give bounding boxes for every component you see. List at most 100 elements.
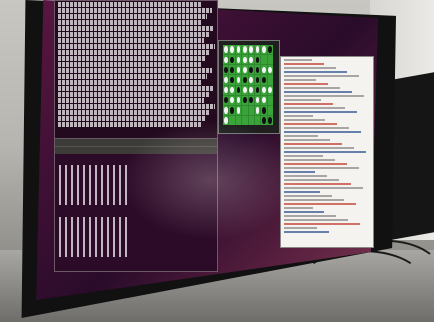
board-cell[interactable]: [223, 105, 229, 115]
board-cell[interactable]: [229, 85, 235, 95]
board-cell[interactable]: [248, 65, 254, 75]
board-cell[interactable]: [254, 55, 261, 65]
board-cell[interactable]: [261, 65, 267, 75]
white-disc: [262, 97, 266, 104]
terminal-window-bottom[interactable]: [54, 138, 218, 272]
board-cell[interactable]: [267, 75, 273, 85]
board-cell[interactable]: [248, 85, 254, 95]
board-cell[interactable]: [242, 65, 248, 75]
board-cell[interactable]: [235, 105, 242, 115]
text-editor-window[interactable]: [280, 56, 374, 248]
editor-text-line: [284, 227, 318, 229]
board-cell[interactable]: [267, 105, 273, 115]
white-disc: [236, 107, 241, 114]
board-cell[interactable]: [248, 45, 254, 55]
editor-text-line: [284, 203, 356, 205]
board-cell[interactable]: [223, 85, 229, 95]
board-cell[interactable]: [261, 75, 267, 85]
terminal-output-line: [58, 50, 211, 55]
board-cell[interactable]: [261, 95, 267, 105]
editor-text-line: [284, 195, 332, 197]
board-cell[interactable]: [229, 45, 235, 55]
board-cell[interactable]: [242, 75, 248, 85]
board-cell[interactable]: [261, 85, 267, 95]
board-cell[interactable]: [267, 45, 273, 55]
board-cell[interactable]: [223, 75, 229, 85]
black-disc: [230, 76, 234, 84]
board-cell[interactable]: [248, 55, 254, 65]
board-cell[interactable]: [254, 95, 261, 105]
board-cell[interactable]: [235, 65, 242, 75]
board-cell[interactable]: [254, 45, 261, 55]
board-cell[interactable]: [254, 115, 261, 125]
board-cell[interactable]: [242, 115, 248, 125]
white-disc: [223, 56, 228, 63]
board-cell[interactable]: [235, 85, 242, 95]
board-cell[interactable]: [242, 55, 248, 65]
white-disc: [255, 107, 260, 114]
board-cell[interactable]: [248, 115, 254, 125]
board-cell[interactable]: [223, 55, 229, 65]
white-disc: [255, 46, 260, 53]
white-disc: [262, 66, 266, 73]
board-cell[interactable]: [235, 55, 242, 65]
board-cell[interactable]: [267, 115, 273, 125]
board-cell[interactable]: [242, 45, 248, 55]
black-disc: [262, 76, 266, 84]
board-cell[interactable]: [235, 115, 242, 125]
black-disc: [230, 66, 234, 73]
terminal-output-line: [58, 56, 206, 61]
white-disc: [249, 86, 254, 94]
board-cell[interactable]: [254, 65, 261, 75]
board-cell[interactable]: [254, 105, 261, 115]
black-disc: [242, 76, 247, 84]
board-cell[interactable]: [248, 75, 254, 85]
board-cell[interactable]: [261, 55, 267, 65]
board-cell[interactable]: [267, 55, 273, 65]
editor-text-line: [284, 83, 329, 85]
board-cell[interactable]: [229, 95, 235, 105]
terminal-output-line: [58, 62, 201, 67]
board-cell[interactable]: [261, 105, 267, 115]
editor-text-line: [284, 119, 326, 121]
board-cell[interactable]: [223, 45, 229, 55]
board-cell[interactable]: [267, 65, 273, 75]
editor-text-line: [284, 183, 352, 185]
board-cell[interactable]: [254, 75, 261, 85]
board-cell[interactable]: [223, 115, 229, 125]
terminal-output-line: [58, 74, 208, 79]
board-cell[interactable]: [242, 105, 248, 115]
editor-text-line: [284, 147, 354, 149]
board-text-grid: [59, 165, 129, 205]
board-cell[interactable]: [235, 95, 242, 105]
editor-text-line: [284, 107, 345, 109]
editor-text-line: [284, 191, 320, 193]
board-cell[interactable]: [235, 45, 242, 55]
black-disc: [268, 117, 273, 124]
board-cell[interactable]: [229, 115, 235, 125]
othello-window[interactable]: [218, 40, 280, 134]
terminal-output-line: [58, 26, 214, 31]
board-cell[interactable]: [248, 95, 254, 105]
board-cell[interactable]: [267, 85, 273, 95]
board-cell[interactable]: [261, 45, 267, 55]
white-disc: [230, 86, 234, 94]
terminal-output-line: [58, 68, 212, 73]
board-cell[interactable]: [229, 55, 235, 65]
terminal-menu-bar[interactable]: [55, 146, 217, 154]
terminal-window-top[interactable]: [54, 0, 218, 142]
board-cell[interactable]: [229, 75, 235, 85]
board-cell[interactable]: [261, 115, 267, 125]
board-cell[interactable]: [254, 85, 261, 95]
board-cell[interactable]: [267, 95, 273, 105]
othello-board[interactable]: [223, 45, 273, 125]
board-cell[interactable]: [242, 95, 248, 105]
board-cell[interactable]: [229, 105, 235, 115]
board-cell[interactable]: [242, 85, 248, 95]
board-cell[interactable]: [248, 105, 254, 115]
board-cell[interactable]: [229, 65, 235, 75]
board-cell[interactable]: [223, 65, 229, 75]
board-cell[interactable]: [235, 75, 242, 85]
board-cell[interactable]: [223, 95, 229, 105]
white-disc: [268, 86, 273, 94]
